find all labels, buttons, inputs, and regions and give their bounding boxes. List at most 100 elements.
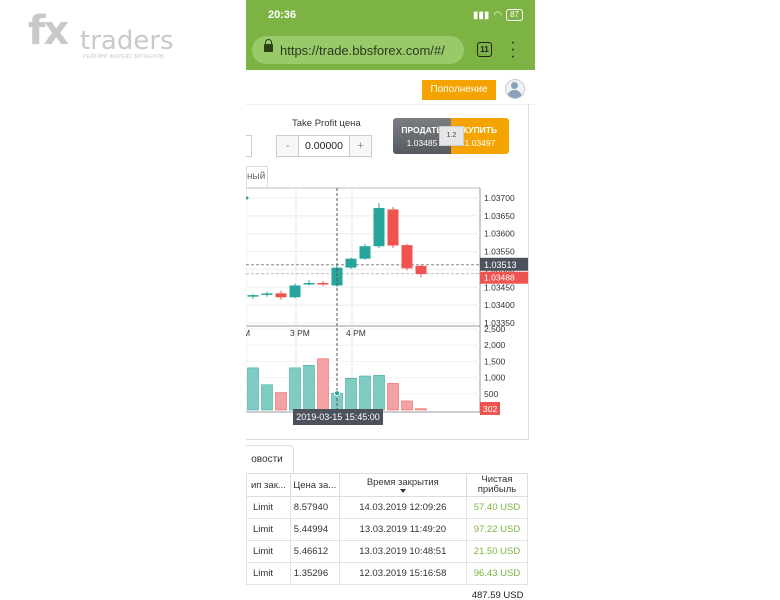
candle-body xyxy=(275,293,287,298)
total-row: 487.59 USD xyxy=(246,584,528,600)
volume-bar xyxy=(247,367,259,411)
table-row[interactable]: Limit 5.44994 13.03.2019 11:49:20 97.22 … xyxy=(246,518,529,541)
take-profit-label: Take Profit цена xyxy=(292,118,361,129)
volume-tag-label: 302 xyxy=(483,404,497,414)
candle-body xyxy=(317,283,329,285)
cell-time: 13.03.2019 10:48:51 xyxy=(338,540,467,563)
bid-price-tag-label: 1.03488 xyxy=(484,273,515,283)
take-profit-minus-button[interactable]: - xyxy=(277,136,298,156)
avatar-body xyxy=(507,90,522,98)
logo-subtitle: РЕЙТИНГ ФОРЕКС БРОКЕРОВ xyxy=(83,54,164,60)
cell-type: Limit xyxy=(246,518,291,541)
table-row[interactable]: Limit 1.35296 12.03.2019 15:16:58 96.43 … xyxy=(246,562,529,585)
url-bar[interactable]: https://trade.bbsforex.com/#/ xyxy=(252,36,464,64)
candle-body xyxy=(303,283,315,285)
phone-screen: 20:36 ▮▮▮ ◠ 87 https://trade.bbsforex.co… xyxy=(246,0,535,600)
spread-badge: 1.2 xyxy=(439,126,464,146)
volume-bar xyxy=(345,377,357,411)
status-bar: 20:36 ▮▮▮ ◠ 87 xyxy=(246,0,535,30)
candle-body xyxy=(261,293,273,295)
take-profit-stepper: - 0.00000 + xyxy=(276,135,372,157)
url-text: https://trade.bbsforex.com/#/ xyxy=(280,43,445,58)
volume-tick-label: 1,000 xyxy=(484,373,506,383)
chart-tab[interactable]: ный xyxy=(246,166,268,187)
candle-body xyxy=(387,209,399,246)
candle-body xyxy=(247,295,259,297)
cell-time: 13.03.2019 11:49:20 xyxy=(338,518,467,541)
price-tick-label: 1.03450 xyxy=(484,282,515,292)
volume-tick-label: 2,500 xyxy=(484,324,506,334)
volume-bar xyxy=(303,365,315,411)
volume-bar xyxy=(373,375,385,411)
volume-tick-label: 1,500 xyxy=(484,356,506,366)
candlestick-chart[interactable]: 1.037001.036501.036001.035501.035001.034… xyxy=(246,186,528,426)
col-price[interactable]: Цена за... xyxy=(289,473,340,497)
cell-type: Limit xyxy=(246,496,291,519)
stop-loss-stepper-edge[interactable] xyxy=(246,135,252,157)
col-close-time[interactable]: Время закрытия xyxy=(338,473,467,497)
app-header: Пополнение xyxy=(246,70,535,105)
cell-profit: 57.40 USD xyxy=(465,496,529,519)
col-net-profit[interactable]: Чистая прибыль xyxy=(465,473,529,497)
price-tick-label: 1.03400 xyxy=(484,300,515,310)
cell-price: 1.35296 xyxy=(289,562,340,585)
total-spacer xyxy=(246,584,467,600)
col-close-time-label: Время закрытия xyxy=(366,477,439,488)
candle-body xyxy=(289,285,301,298)
table-row[interactable]: Limit 5.46612 13.03.2019 10:48:51 21.50 … xyxy=(246,540,529,563)
volume-bar xyxy=(415,408,427,411)
cell-price: 5.44994 xyxy=(289,518,340,541)
candle-body xyxy=(415,265,427,275)
volume-bar xyxy=(261,384,273,411)
logo-traders-text: traders xyxy=(80,26,174,56)
candle-body xyxy=(373,208,385,247)
deposit-button[interactable]: Пополнение xyxy=(422,80,496,100)
time-label: M xyxy=(246,328,250,338)
tab-switcher-button[interactable]: 11 xyxy=(477,42,492,57)
price-tick-label: 1.03650 xyxy=(484,211,515,221)
avatar[interactable] xyxy=(505,79,525,99)
take-profit-input[interactable]: 0.00000 xyxy=(298,136,350,156)
cell-price: 5.46612 xyxy=(289,540,340,563)
sort-desc-icon xyxy=(399,489,406,493)
logo-fx-text: fx xyxy=(28,8,69,54)
volume-tick-label: 2,000 xyxy=(484,340,506,350)
status-icons: ▮▮▮ ◠ 87 xyxy=(473,9,523,21)
tab-news[interactable]: овости xyxy=(246,445,294,473)
volume-bar xyxy=(401,400,413,411)
indicator-dot xyxy=(246,196,249,200)
time-label: 3 PM xyxy=(290,328,310,338)
fxtraders-logo: fx traders РЕЙТИНГ ФОРЕКС БРОКЕРОВ xyxy=(28,8,174,63)
volume-bar xyxy=(387,383,399,411)
cell-time: 12.03.2019 15:16:58 xyxy=(338,562,467,585)
price-tick-label: 1.03700 xyxy=(484,193,515,203)
cell-type: Limit xyxy=(246,562,291,585)
cell-time: 14.03.2019 12:09:26 xyxy=(338,496,467,519)
candle-body xyxy=(359,246,371,259)
time-label: 4 PM xyxy=(346,328,366,338)
cell-profit: 96.43 USD xyxy=(465,562,529,585)
wifi-icon: ◠ xyxy=(493,9,503,21)
crosshair-time-tooltip: 2019-03-15 15:45:00 xyxy=(293,409,383,425)
crosshair-point xyxy=(334,390,340,397)
cell-profit: 97.22 USD xyxy=(465,518,529,541)
candle-body xyxy=(401,245,413,269)
browser-toolbar: https://trade.bbsforex.com/#/ 11 · · · xyxy=(246,30,535,70)
more-menu-icon[interactable]: · · · xyxy=(509,35,517,65)
col-order-type[interactable]: ип зак... xyxy=(246,473,291,497)
table-header-row: ип зак... Цена за... Время закрытия Чист… xyxy=(246,473,529,497)
lock-icon xyxy=(264,39,273,52)
volume-bar xyxy=(275,392,287,411)
current-price-tag-label: 1.03513 xyxy=(484,260,517,270)
cell-price: 8.57940 xyxy=(289,496,340,519)
table-row[interactable]: Limit 8.57940 14.03.2019 12:09:26 57.40 … xyxy=(246,496,529,519)
avatar-head xyxy=(511,82,518,89)
battery-icon: 87 xyxy=(506,9,523,21)
price-tick-label: 1.03600 xyxy=(484,229,515,239)
volume-tick-label: 500 xyxy=(484,389,498,399)
cell-type: Limit xyxy=(246,540,291,563)
volume-bar xyxy=(289,367,301,411)
status-time: 20:36 xyxy=(268,9,297,21)
take-profit-plus-button[interactable]: + xyxy=(350,136,371,156)
price-tick-label: 1.03550 xyxy=(484,247,515,257)
